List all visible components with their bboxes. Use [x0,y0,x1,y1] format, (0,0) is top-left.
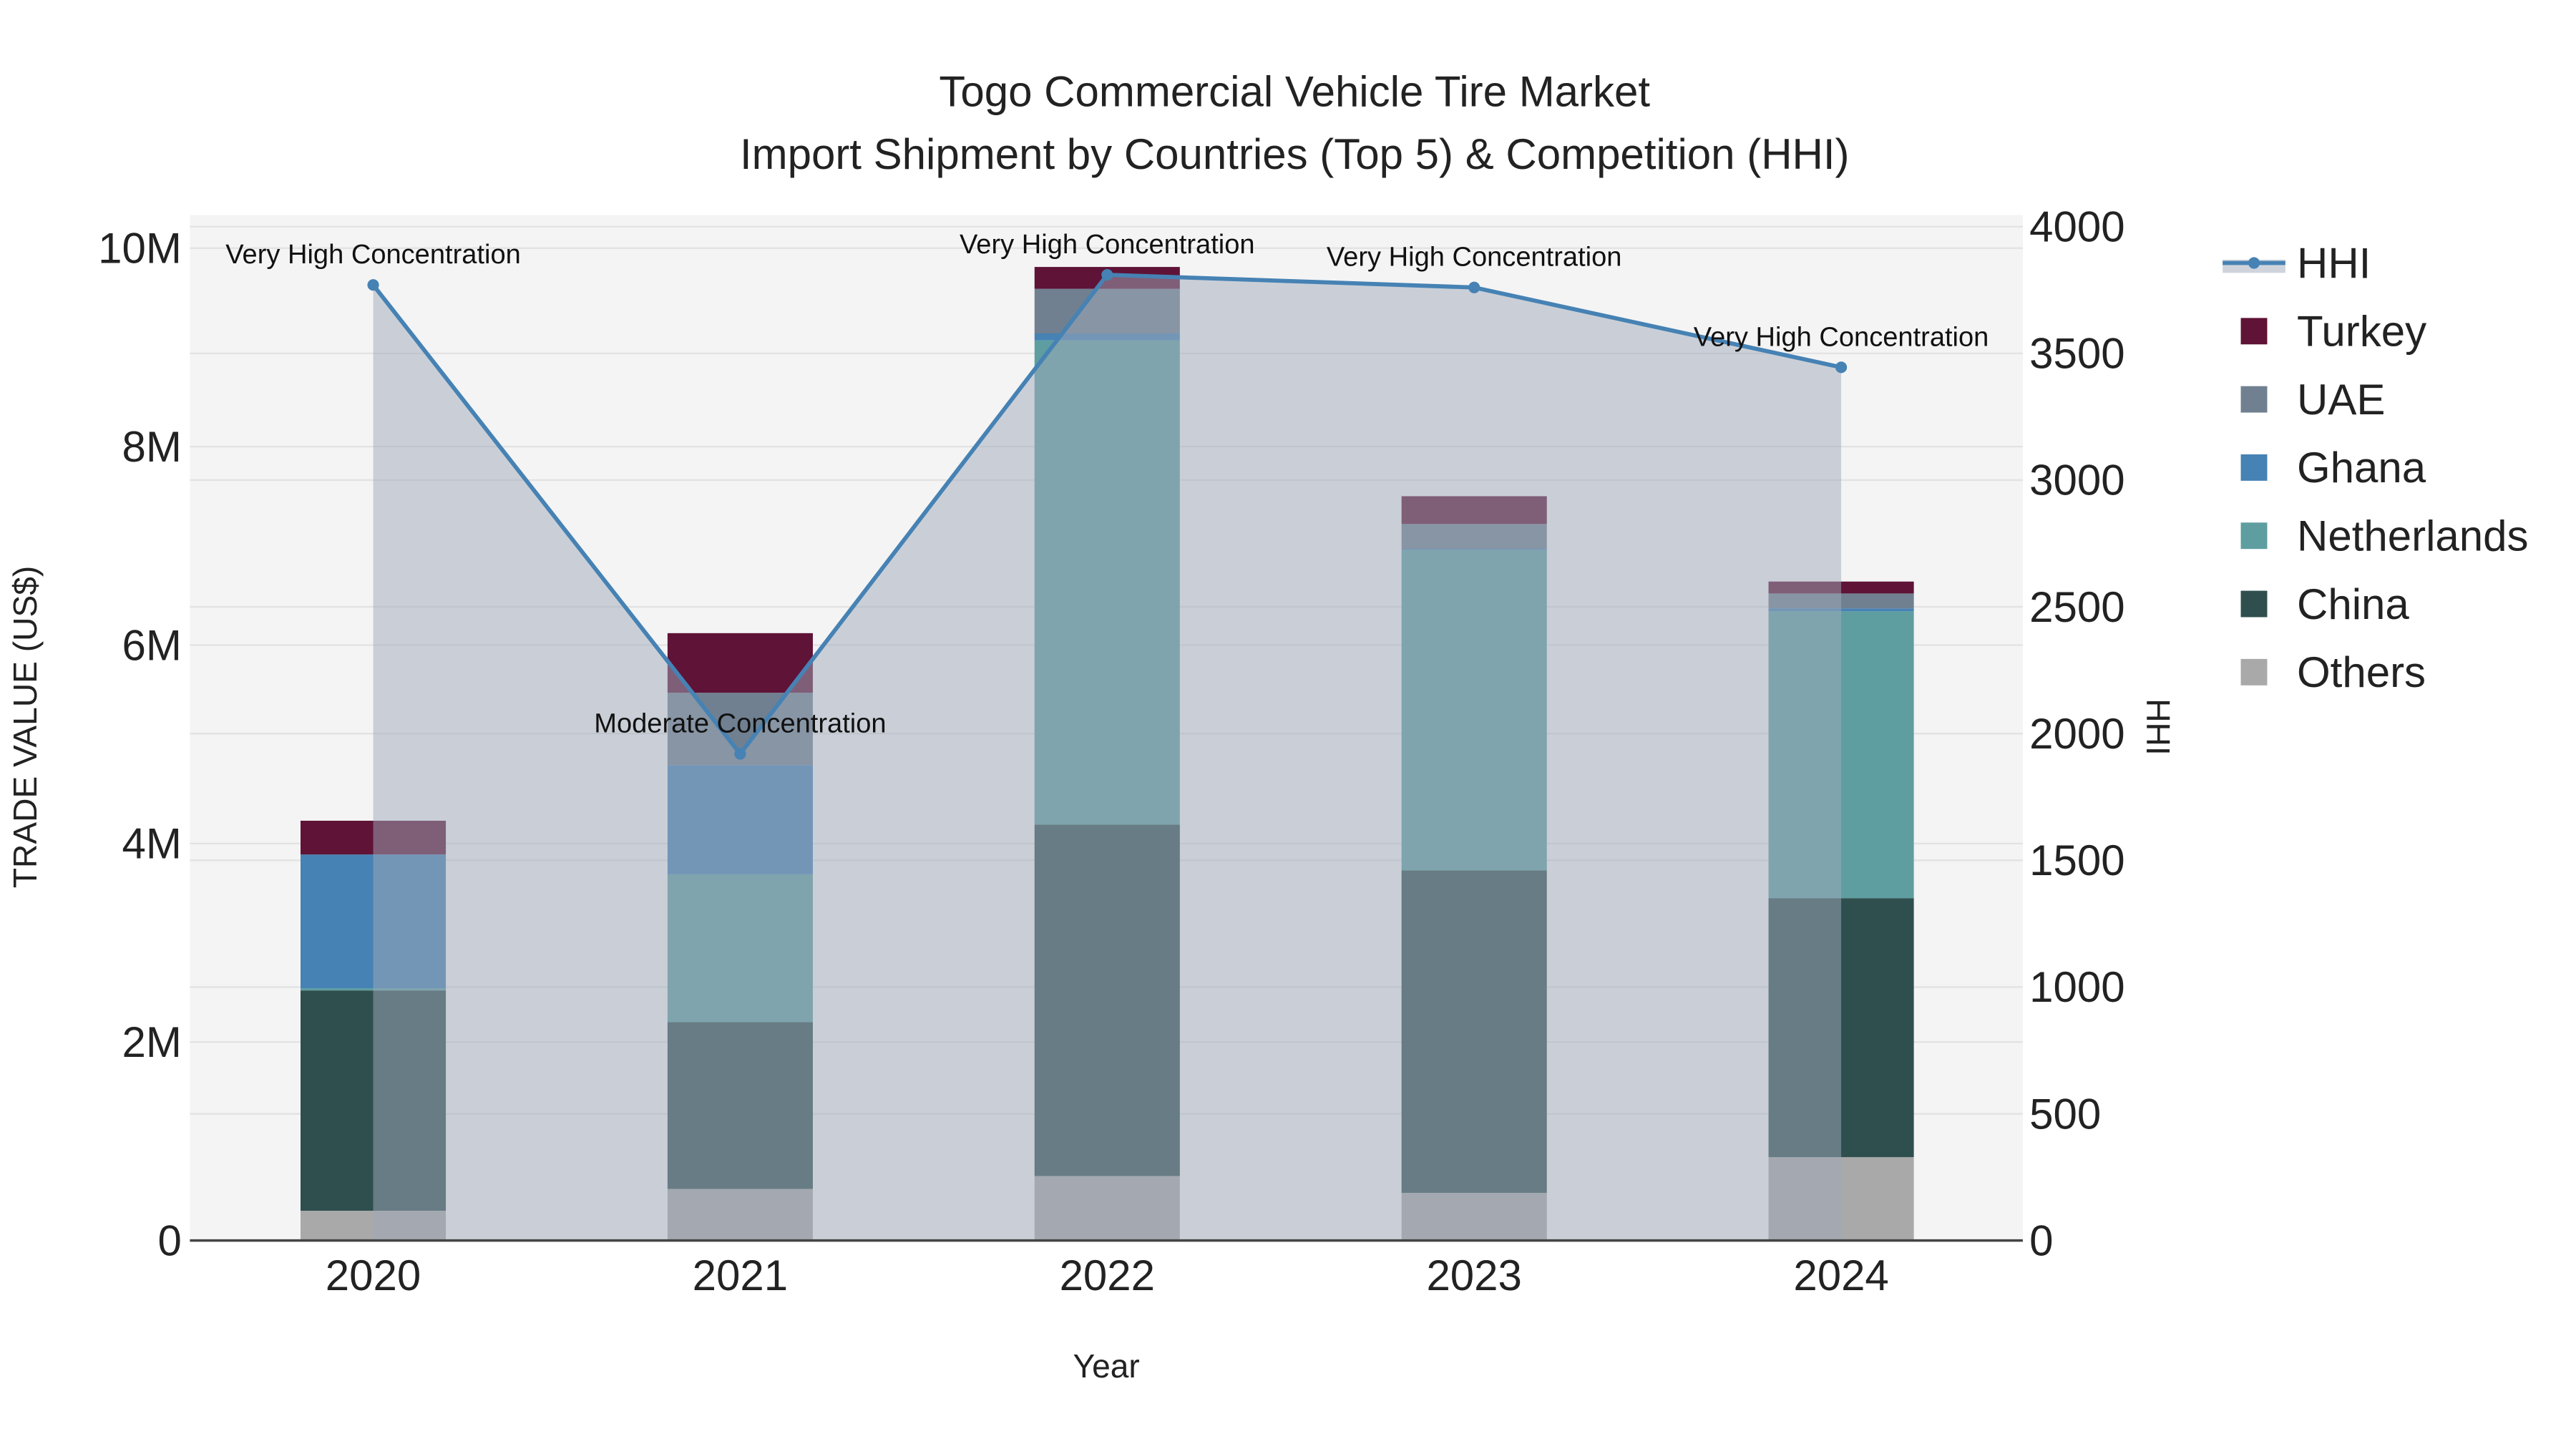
y2-tick-label: 4000 [2029,203,2124,251]
y-tick-label: 2M [122,1018,181,1066]
legend-swatch-hhi-marker [2248,257,2260,269]
y-tick-label: 6M [122,621,181,669]
legend-item-hhi: HHI [2223,239,2371,287]
legend-swatch-turkey [2240,318,2268,345]
y-tick-label: 8M [122,423,181,471]
y2-tick-label: 3000 [2029,457,2124,504]
legend-label-uae: UAE [2297,376,2385,424]
legend-label-ghana: Ghana [2297,444,2426,492]
legend-item-china: China [2240,580,2409,628]
legend-item-others: Others [2240,648,2426,696]
legend-swatch-netherlands [2240,522,2268,550]
legend: HHI Turkey UAE Ghana Netherlands China Others [2223,239,2529,696]
legend-item-ghana: Ghana [2240,444,2426,492]
hhi-point-2023 [1468,281,1480,293]
x-tick-label: 2022 [1060,1252,1155,1299]
legend-item-netherlands: Netherlands [2240,512,2529,560]
y-tick-label: 0 [157,1216,181,1264]
chart-title-line1: Togo Commercial Vehicle Tire Market [939,67,1650,115]
bar-turkey-2021 [667,633,813,693]
legend-item-turkey: Turkey [2240,308,2426,356]
legend-swatch-ghana [2240,454,2268,481]
x-axis-title: Year [1073,1347,1140,1385]
chart-title-line2: Import Shipment by Countries (Top 5) & C… [740,130,1850,178]
y2-tick-label: 500 [2029,1090,2101,1138]
legend-swatch-uae [2240,386,2268,413]
legend-swatch-others [2240,658,2268,686]
y2-tick-label: 1500 [2029,836,2124,884]
y2-tick-label: 1000 [2029,963,2124,1011]
x-tick-label: 2024 [1793,1252,1888,1299]
y-tick-label: 4M [122,820,181,868]
hhi-annotation-2020: Very High Concentration [225,240,521,270]
y-axis-title: TRADE VALUE (US$) [6,566,44,888]
legend-item-uae: UAE [2240,376,2385,424]
y2-axis-title: HHI [2140,698,2177,755]
hhi-annotation-2023: Very High Concentration [1327,243,1622,273]
x-tick-label: 2023 [1426,1252,1521,1299]
chart: Togo Commercial Vehicle Tire Market Impo… [6,67,2529,1385]
hhi-point-2022 [1101,268,1113,281]
legend-label-others: Others [2297,648,2426,696]
x-tick-label: 2020 [326,1252,421,1299]
hhi-annotation-2021: Moderate Concentration [594,709,886,739]
legend-label-china: China [2297,580,2409,628]
y-tick-label: 10M [98,224,182,272]
y2-tick-label: 3500 [2029,330,2124,378]
legend-label-hhi: HHI [2297,239,2371,287]
y2-tick-label: 2000 [2029,710,2124,758]
y2-tick-label: 2500 [2029,583,2124,631]
legend-label-netherlands: Netherlands [2297,512,2529,560]
y2-tick-label: 0 [2029,1216,2053,1264]
x-tick-label: 2021 [693,1252,788,1299]
hhi-point-2021 [734,748,746,760]
hhi-annotation-2022: Very High Concentration [960,230,1255,260]
hhi-annotation-2024: Very High Concentration [1694,322,1989,352]
hhi-point-2020 [367,279,379,291]
legend-swatch-china [2240,590,2268,618]
legend-label-turkey: Turkey [2297,308,2426,356]
hhi-point-2024 [1835,361,1848,374]
